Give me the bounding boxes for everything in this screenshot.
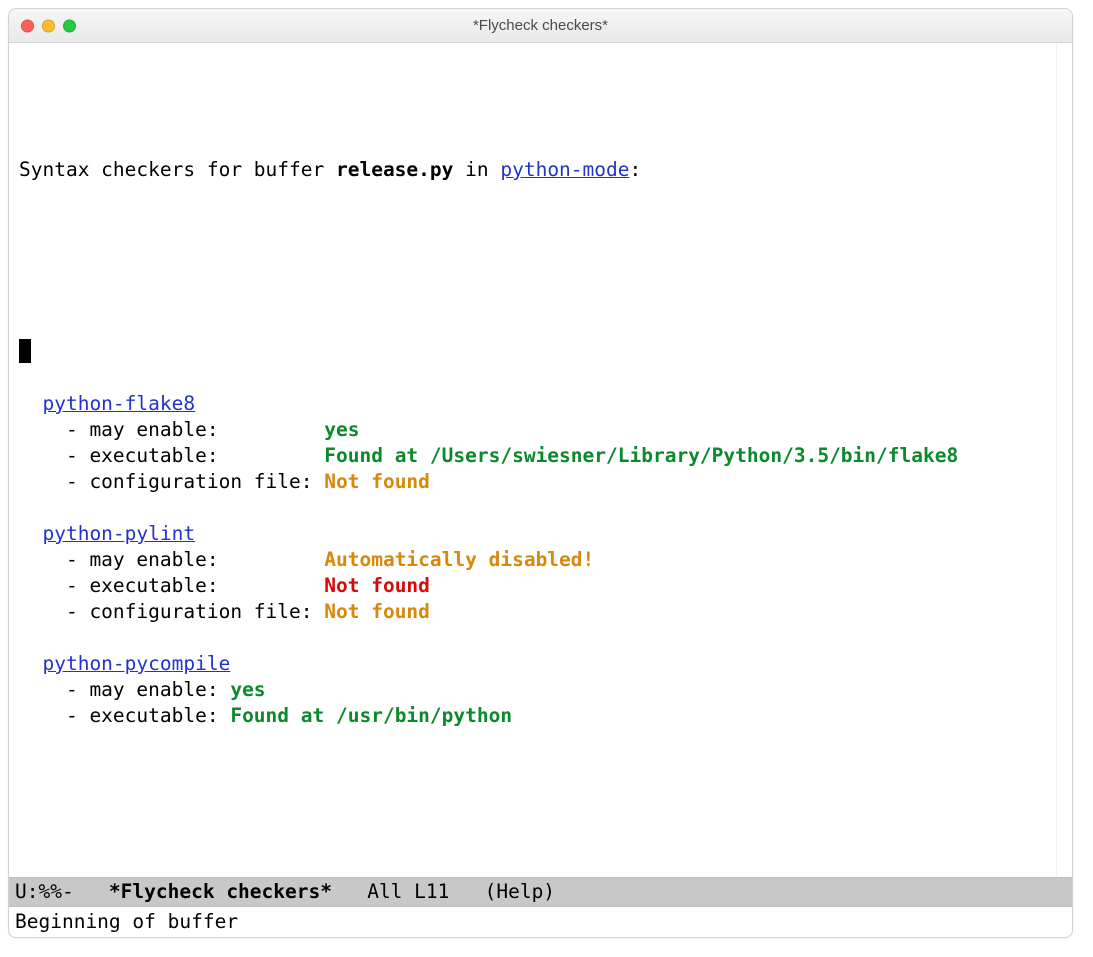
checker-row-value: Not found xyxy=(324,470,430,493)
header-buffer: release.py xyxy=(336,158,453,181)
header-mid: in xyxy=(453,158,500,181)
blank-line xyxy=(19,833,1051,859)
checker-row: - configuration file: Not found xyxy=(19,599,1051,625)
checker-row: - configuration file: Not found xyxy=(19,469,1051,495)
checker-row: - may enable: yes xyxy=(19,417,1051,443)
blank-line xyxy=(19,495,1051,521)
zoom-icon[interactable] xyxy=(63,19,76,32)
checker-row-label: - executable: xyxy=(19,574,324,597)
checker-row-label: - configuration file: xyxy=(19,600,324,623)
checker-row-value: Not found xyxy=(324,600,430,623)
checker-row: - may enable: yes xyxy=(19,677,1051,703)
checker-row-value: yes xyxy=(324,418,359,441)
emacs-window: *Flycheck checkers* Syntax checkers for … xyxy=(8,8,1073,938)
checker-row-value: Automatically disabled! xyxy=(324,548,594,571)
checker-row: - executable: Not found xyxy=(19,573,1051,599)
minibuffer[interactable]: Beginning of buffer xyxy=(9,907,1072,937)
checker-name-line: python-flake8 xyxy=(19,391,1051,417)
modeline-buffer: *Flycheck checkers* xyxy=(109,879,332,905)
minimize-icon[interactable] xyxy=(42,19,55,32)
modeline: U:%%- *Flycheck checkers* All L11 (Help) xyxy=(9,877,1072,907)
checker-row-value: Found at /usr/bin/python xyxy=(230,704,512,727)
checker-name-line: python-pylint xyxy=(19,521,1051,547)
checker-row-label: - may enable: xyxy=(19,678,230,701)
blank-line xyxy=(19,625,1051,651)
close-icon[interactable] xyxy=(21,19,34,32)
buffer-area[interactable]: Syntax checkers for buffer release.py in… xyxy=(9,43,1072,877)
checker-row-value: Not found xyxy=(324,574,430,597)
header-prefix: Syntax checkers for buffer xyxy=(19,158,336,181)
checker-link[interactable]: python-pylint xyxy=(42,522,195,545)
modeline-left: U:%%- xyxy=(15,879,109,905)
checker-row-label: - may enable: xyxy=(19,418,324,441)
traffic-lights xyxy=(21,19,76,32)
checker-row-label: - configuration file: xyxy=(19,470,324,493)
checker-row-value: Found at /Users/swiesner/Library/Python/… xyxy=(324,444,958,467)
mode-link[interactable]: python-mode xyxy=(500,158,629,181)
checker-row-label: - may enable: xyxy=(19,548,324,571)
text-cursor xyxy=(19,339,31,363)
checker-link[interactable]: python-pycompile xyxy=(42,652,230,675)
blank-line xyxy=(19,261,1051,287)
titlebar: *Flycheck checkers* xyxy=(9,9,1072,43)
blank-line xyxy=(19,729,1051,755)
checker-row-value: yes xyxy=(230,678,265,701)
checker-row: - may enable: Automatically disabled! xyxy=(19,547,1051,573)
header-suffix: : xyxy=(630,158,642,181)
header-line: Syntax checkers for buffer release.py in… xyxy=(19,157,1051,183)
window-title: *Flycheck checkers* xyxy=(21,13,1060,39)
modeline-right: All L11 (Help) xyxy=(332,879,555,905)
checker-name-line: python-pycompile xyxy=(19,651,1051,677)
checker-row-label: - executable: xyxy=(19,704,230,727)
checker-row-label: - executable: xyxy=(19,444,324,467)
checker-link[interactable]: python-flake8 xyxy=(42,392,195,415)
checker-row: - executable: Found at /usr/bin/python xyxy=(19,703,1051,729)
checker-row: - executable: Found at /Users/swiesner/L… xyxy=(19,443,1051,469)
